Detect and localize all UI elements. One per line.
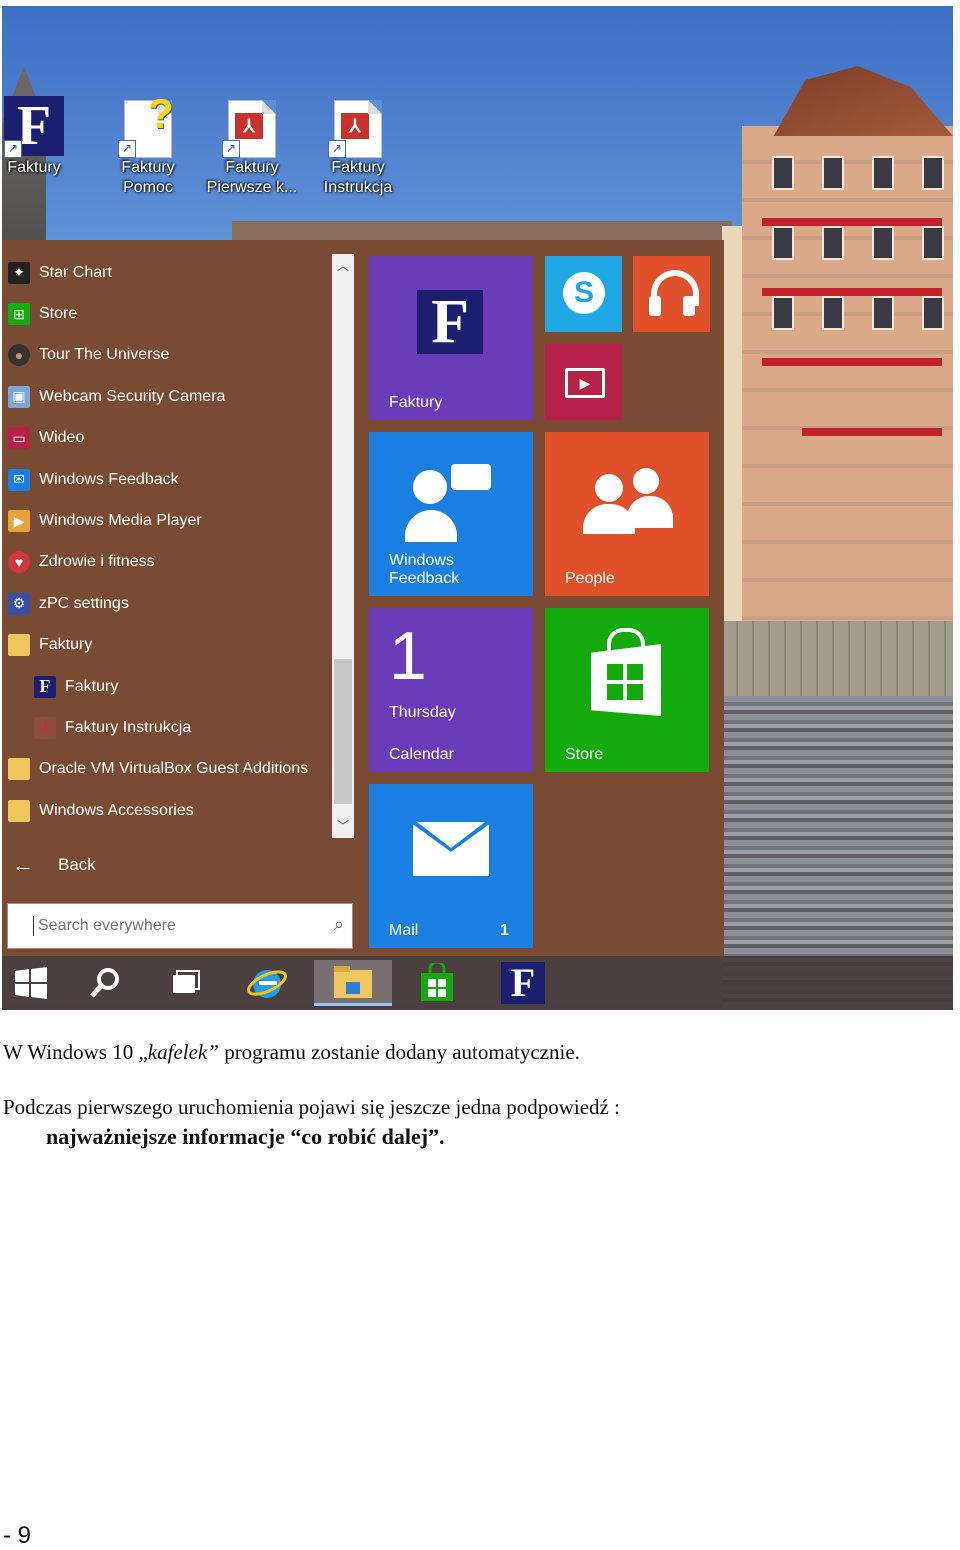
task-view-icon: [173, 970, 200, 993]
tile-store[interactable]: Store: [545, 608, 709, 772]
store-bag-icon: [591, 644, 661, 716]
webcam-icon: ▣: [8, 385, 30, 408]
video-play-icon: ▶: [565, 368, 605, 398]
app-webcam-security-camera[interactable]: ▣ Webcam Security Camera: [2, 376, 332, 417]
app-list-scrollbar[interactable]: ︿ ﹀: [332, 254, 354, 838]
pdf-document-icon: ⅄: [34, 716, 56, 739]
desktop-icon-label: Faktury: [7, 159, 61, 176]
people-icon: [595, 474, 623, 502]
app-windows-feedback[interactable]: ✉ Windows Feedback: [2, 459, 332, 500]
desktop-icon-label: Faktury Instrukcja: [323, 159, 393, 196]
windows-start-icon: [15, 967, 47, 999]
faktury-logo-icon: F: [34, 675, 56, 698]
desktop-icon-faktury-pierwsze-kroki[interactable]: ⅄ ↗ Faktury Pierwsze k...: [202, 96, 302, 198]
folder-icon: [8, 758, 30, 781]
faktury-taskbar-button[interactable]: F: [484, 960, 562, 1006]
taskbar: F: [2, 956, 953, 1010]
search-icon: [90, 968, 119, 998]
app-folder-oracle-vm[interactable]: Oracle VM VirtualBox Guest Additions: [2, 749, 332, 790]
shortcut-arrow-icon: ↗: [4, 140, 22, 158]
tile-music[interactable]: [633, 256, 710, 332]
feedback-icon: ✉: [8, 468, 30, 491]
store-bag-icon: [421, 963, 453, 1001]
file-explorer-icon: [334, 965, 372, 998]
scrollbar-thumb[interactable]: [334, 659, 352, 804]
scroll-down-icon[interactable]: ﹀: [332, 816, 354, 836]
folder-icon: [8, 799, 30, 822]
internet-explorer-icon: [247, 970, 287, 998]
app-folder-windows-accessories[interactable]: Windows Accessories: [2, 790, 332, 831]
task-view-button[interactable]: [146, 960, 224, 1006]
app-tour-the-universe[interactable]: ● Tour The Universe: [2, 335, 332, 376]
star-chart-icon: ✦: [8, 261, 30, 284]
back-arrow-icon: ←: [12, 852, 34, 877]
windows-start-menu-screenshot: F ↗ Faktury ? ↗ Faktury Pomoc ⅄ ↗ Faktury Pie…: [2, 6, 953, 1010]
quay-wall: [722, 621, 953, 701]
desktop-icon-faktury-pomoc[interactable]: ? ↗ Faktury Pomoc: [98, 90, 198, 198]
speech-bubble-icon: [451, 464, 491, 490]
desktop-icon-label: Faktury Pomoc: [121, 159, 175, 196]
desktop-icon-label: Faktury Pierwsze k...: [206, 159, 298, 196]
media-player-icon: ▶: [8, 510, 30, 533]
tile-calendar[interactable]: 1 Thursday Calendar: [369, 608, 533, 772]
tile-mail[interactable]: Mail 1: [369, 784, 533, 948]
mail-unread-count: 1: [500, 922, 509, 939]
search-icon[interactable]: ⌕: [334, 914, 344, 935]
desktop-icon-faktury[interactable]: F ↗ Faktury: [2, 96, 84, 178]
person-feedback-icon: [413, 470, 447, 504]
internet-explorer-button[interactable]: [228, 960, 306, 1006]
app-star-chart[interactable]: ✦ Star Chart: [2, 252, 332, 293]
tile-skype[interactable]: S: [545, 256, 622, 332]
store-icon: ⊞: [8, 303, 30, 326]
paragraph-important-info: najważniejsze informacje “co robić dalej…: [46, 1124, 445, 1149]
taskbar-search-button[interactable]: [66, 960, 144, 1006]
app-store[interactable]: ⊞ Store: [2, 293, 332, 334]
skype-icon: S: [563, 272, 605, 314]
scroll-up-icon[interactable]: ︿: [332, 256, 354, 276]
page-number: - 9: [3, 1522, 32, 1549]
health-icon: ♥: [8, 551, 30, 574]
app-zdrowie-i-fitness[interactable]: ♥ Zdrowie i fitness: [2, 542, 332, 583]
app-folder-faktury[interactable]: Faktury: [2, 625, 332, 666]
start-menu: ✦ Star Chart ⊞ Store ● Tour The Universe ▣ W…: [2, 240, 724, 956]
store-button[interactable]: [398, 960, 476, 1006]
tile-video[interactable]: ▶: [545, 344, 622, 420]
desktop-icon-faktury-instrukcja[interactable]: ⅄ ↗ Faktury Instrukcja: [308, 96, 408, 198]
app-wideo[interactable]: ▭ Wideo: [2, 418, 332, 459]
start-button[interactable]: [2, 960, 70, 1006]
paragraph-first-run: Podczas pierwszego uruchomienia pojawi s…: [3, 1095, 620, 1119]
tile-people[interactable]: People: [545, 432, 709, 596]
tile-faktury[interactable]: F Faktury: [369, 256, 533, 420]
paragraph-tile-added: W Windows 10 „kafelek” programu zostanie…: [3, 1040, 580, 1064]
tour-universe-icon: ●: [8, 344, 30, 367]
search-box[interactable]: ⌕: [7, 903, 353, 949]
file-explorer-button[interactable]: [314, 960, 392, 1006]
video-icon: ▭: [8, 427, 30, 450]
all-apps-list: ✦ Star Chart ⊞ Store ● Tour The Universe ▣ W…: [2, 252, 332, 831]
app-zpc-settings[interactable]: ⚙ zPC settings: [2, 583, 332, 624]
shortcut-arrow-icon: ↗: [328, 140, 346, 158]
faktury-logo-icon: F: [417, 290, 483, 354]
back-button[interactable]: ← Back: [12, 852, 96, 878]
app-windows-media-player[interactable]: ▶ Windows Media Player: [2, 500, 332, 541]
search-input[interactable]: [36, 916, 320, 936]
shortcut-arrow-icon: ↗: [222, 140, 240, 158]
shortcut-arrow-icon: ↗: [118, 140, 136, 158]
app-faktury-instrukcja[interactable]: ⅄ Faktury Instrukcja: [2, 707, 332, 748]
tile-windows-feedback[interactable]: Windows Feedback: [369, 432, 533, 596]
tall-building: [742, 66, 953, 646]
app-faktury[interactable]: F Faktury: [2, 666, 332, 707]
faktury-logo-icon: F: [501, 962, 545, 1004]
folder-icon: [8, 634, 30, 657]
settings-gear-icon: ⚙: [8, 592, 30, 615]
